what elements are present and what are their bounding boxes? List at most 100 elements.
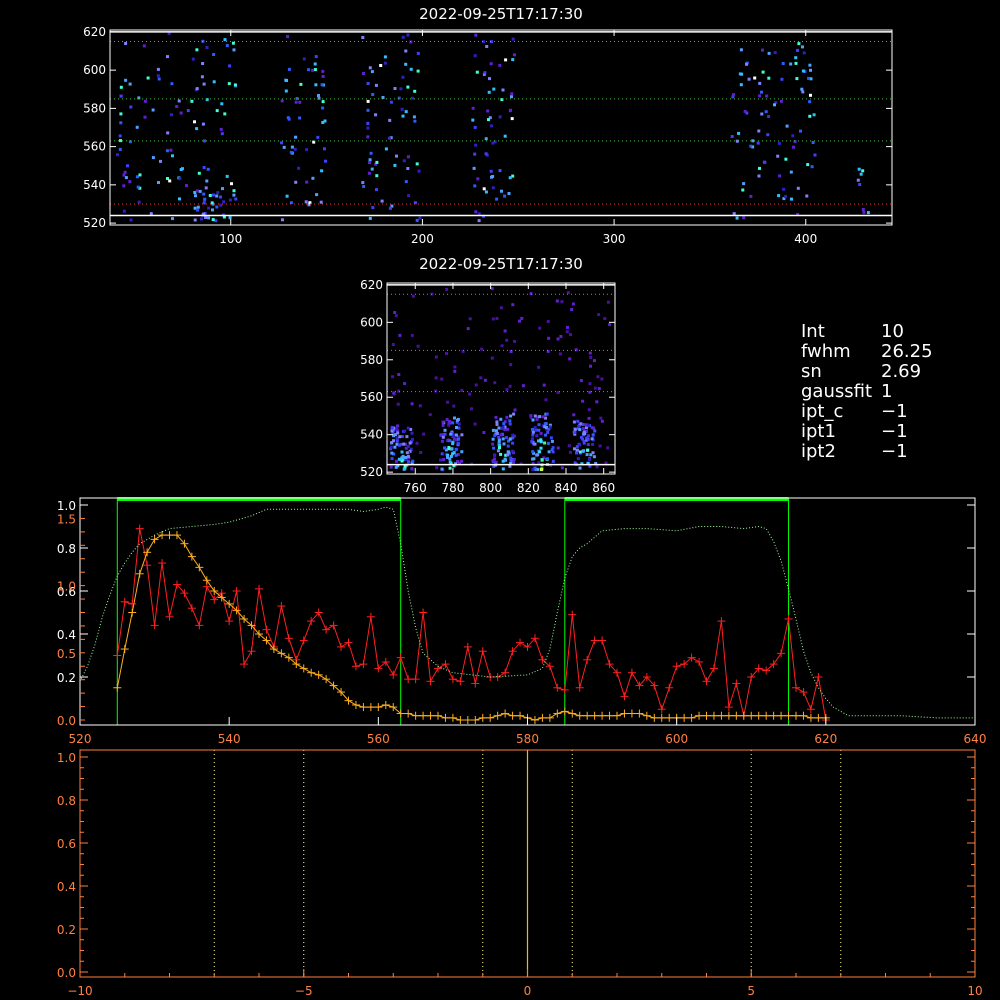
heatmap-pixel: [473, 54, 477, 58]
heatmap-pixel: [856, 178, 860, 182]
heatmap-pixel: [404, 49, 408, 53]
heatmap-pixel: [406, 455, 410, 458]
heatmap-pixel: [493, 433, 497, 437]
heatmap-pixel: [320, 83, 324, 87]
data-point-red: [322, 625, 331, 634]
data-point-red: [419, 608, 428, 617]
heatmap-pixel: [784, 157, 788, 161]
x-tick-label: 580: [516, 732, 539, 746]
green-box: [564, 498, 790, 726]
heatmap-pixel: [440, 452, 444, 456]
y-tick-label: 0.6: [57, 837, 76, 851]
heatmap-pixel: [368, 66, 372, 70]
heatmap-pixel: [589, 356, 593, 359]
heatmap-pixel: [511, 58, 515, 62]
heatmap-pixel: [501, 467, 505, 471]
heatmap-pixel: [391, 343, 395, 346]
heatmap-pixel: [445, 287, 449, 291]
heatmap-pixel: [319, 200, 323, 204]
data-point-orange: [784, 711, 793, 720]
heatmap-pixel: [390, 451, 394, 455]
heatmap-pixel: [569, 450, 572, 454]
heatmap-pixel: [456, 417, 460, 421]
heatmap-pixel: [776, 154, 780, 158]
heatmap-pixel: [468, 392, 472, 396]
y-tick-label: 600: [360, 315, 383, 329]
heatmap-pixel: [476, 177, 480, 181]
data-point-red: [143, 561, 152, 570]
heatmap-pixel: [500, 344, 504, 348]
heatmap-pixel: [212, 53, 216, 56]
heatmap-pixel: [451, 442, 455, 446]
heatmap-pixel: [560, 300, 564, 304]
y-tick-label: 1.0: [57, 751, 76, 765]
heatmap-pixel: [512, 458, 516, 461]
heatmap-pixel: [595, 465, 599, 469]
heatmap-pixel: [402, 159, 406, 163]
heatmap-pixel: [581, 399, 585, 403]
heatmap-pixel: [195, 48, 199, 52]
data-point-red: [337, 642, 346, 651]
heatmap-pixel: [297, 166, 301, 170]
data-point-orange: [665, 713, 674, 722]
x-tick-label: 520: [69, 732, 92, 746]
data-point-red: [620, 692, 629, 701]
heatmap-pixel: [454, 433, 458, 437]
heatmap-pixel: [393, 311, 397, 314]
heatmap-pixel: [600, 377, 604, 381]
heatmap-pixel: [491, 186, 495, 190]
heatmap-pixel: [388, 136, 392, 140]
data-point-orange: [187, 552, 196, 561]
data-point-orange: [545, 713, 554, 722]
data-point-orange: [627, 709, 636, 718]
heatmap-pixel: [314, 83, 318, 87]
data-point-red: [777, 649, 786, 658]
heatmap-pixel: [505, 415, 509, 419]
heatmap-pixel: [732, 212, 736, 216]
heatmap-pixel: [214, 219, 218, 223]
heatmap-pixel: [592, 455, 596, 459]
data-point-orange: [687, 713, 696, 722]
heatmap-pixel: [742, 216, 746, 220]
data-point-orange: [471, 716, 480, 724]
data-point-red: [598, 636, 607, 645]
heatmap-pixel: [321, 69, 325, 73]
data-point-red: [665, 683, 674, 692]
heatmap-pixel: [124, 78, 128, 82]
heatmap-pixel: [473, 152, 477, 156]
heatmap-pixel: [560, 466, 564, 470]
heatmap-pixel: [491, 317, 495, 321]
heatmap-pixel: [460, 450, 464, 454]
data-point-red: [277, 602, 286, 611]
heatmap-pixel: [285, 79, 288, 82]
heatmap-pixel: [159, 159, 162, 163]
heatmap-pixel: [228, 216, 232, 220]
heatmap-pixel: [457, 422, 461, 426]
heatmap-pixel: [379, 64, 383, 67]
y-tick-label: 0.8: [57, 542, 76, 556]
heatmap-pixel: [764, 110, 768, 114]
heatmap-pixel: [405, 451, 409, 455]
data-point-red: [702, 677, 711, 686]
heatmap-pixel: [485, 45, 489, 48]
heatmap-pixel: [749, 144, 753, 148]
heatmap-pixel: [198, 189, 202, 193]
heatmap-pixel: [531, 433, 535, 437]
data-point-orange: [590, 711, 599, 720]
heatmap-pixel: [371, 93, 375, 96]
heatmap-pixel: [802, 51, 806, 55]
heatmap-pixel: [294, 180, 298, 184]
data-point-orange: [739, 711, 748, 720]
heatmap-pixel: [411, 459, 415, 463]
heatmap-pixel: [410, 402, 414, 406]
data-point-orange: [351, 700, 360, 709]
heatmap-pixel: [483, 71, 487, 75]
data-point-red: [463, 642, 472, 651]
heatmap-pixel: [498, 446, 501, 450]
heatmap-pixel: [747, 77, 751, 81]
heatmap-pixel: [490, 356, 494, 360]
heatmap-pixel: [796, 186, 800, 190]
heatmap-pixel: [202, 82, 206, 86]
heatmap-pixel: [368, 216, 372, 220]
x-tick-label: 600: [665, 732, 688, 746]
